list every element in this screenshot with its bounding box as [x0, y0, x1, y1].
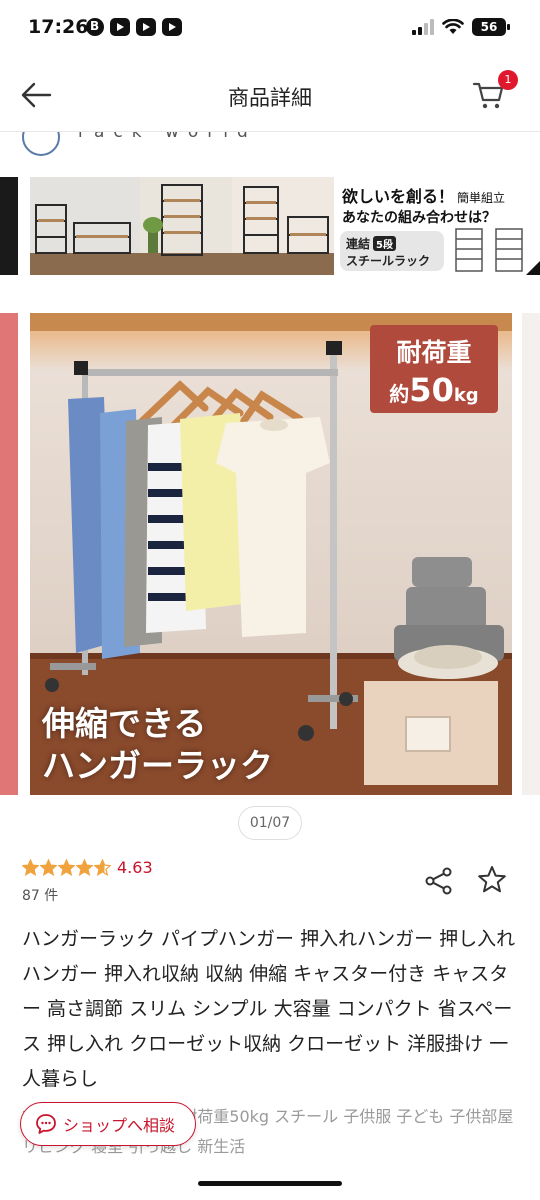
weight-badge-prefix: 約 — [389, 382, 410, 406]
hero-caption: 伸縮できる ハンガーラック — [42, 704, 273, 785]
rating-star-icon — [76, 858, 93, 876]
cellular-signal-icon — [412, 19, 434, 35]
banner-subline: あなたの組み合わせは？ — [342, 210, 496, 226]
page-title: 商品詳細 — [228, 86, 312, 110]
app-header: 商品詳細 1 — [0, 58, 540, 132]
banner-headline: 欲しいを創る！ 簡単組立 — [342, 183, 505, 207]
carousel-pager: 01/07 — [238, 806, 302, 840]
status-indicators: 56 — [412, 18, 510, 36]
banner-headline-main: 欲しいを創る！ — [342, 187, 455, 206]
rating-row[interactable]: 4.63 — [22, 856, 153, 878]
wifi-icon — [442, 19, 464, 34]
product-image[interactable]: 耐荷重 約50kg 伸縮できる ハンガーラック — [30, 313, 512, 795]
status-app-icons: B — [86, 18, 182, 36]
shop-banner[interactable]: 欲しいを創る！ 簡単組立 あなたの組み合わせは？ 連結 5段 スチールラック — [30, 177, 540, 275]
shelf-photos-image — [30, 177, 334, 275]
weight-badge-label: 耐荷重 — [396, 338, 472, 367]
youtube-icon — [136, 18, 156, 36]
favorite-button[interactable] — [476, 864, 508, 896]
shop-logo — [22, 132, 60, 156]
carousel-next-peek[interactable] — [522, 313, 540, 795]
banner-tag: 連結 5段 スチールラック — [340, 231, 444, 271]
banner-tag-badge: 5段 — [373, 236, 396, 251]
rating-star-icon — [40, 858, 57, 876]
review-count[interactable]: 87 件 — [22, 885, 58, 905]
shop-consult-button[interactable]: ショップへ相談 — [20, 1102, 196, 1146]
star-outline-icon — [478, 866, 506, 893]
weight-badge-value: 約50kg — [370, 371, 498, 409]
shelf-thumbnails-image — [455, 228, 523, 272]
banner-headline-note: 簡単組立 — [457, 191, 506, 205]
banner-corner-marker — [526, 255, 540, 275]
shop-name: rack world — [78, 132, 257, 142]
youtube-icon — [110, 18, 130, 36]
banner-tag-prefix: 連結 — [346, 237, 371, 251]
chat-bubble-icon — [36, 1114, 56, 1134]
share-icon — [425, 867, 452, 895]
carousel-prev-peek[interactable] — [0, 313, 18, 795]
rating-stars — [22, 858, 111, 876]
youtube-icon — [162, 18, 182, 36]
status-bar: 17:26 B 56 — [0, 0, 540, 58]
banner-tag-label: スチールラック — [346, 254, 431, 268]
battery-icon: 56 — [472, 18, 510, 36]
weight-badge: 耐荷重 約50kg — [370, 325, 498, 413]
arrow-left-icon — [21, 82, 52, 108]
back-button[interactable] — [18, 78, 54, 112]
weight-badge-number: 50 — [409, 371, 454, 409]
banner-photos — [30, 177, 334, 275]
b-app-icon: B — [86, 18, 104, 36]
shop-consult-label: ショップへ相談 — [63, 1116, 176, 1135]
product-title: ハンガーラック パイプハンガー 押入れハンガー 押し入れハンガー 押入れ収納 収… — [22, 928, 516, 1090]
banner-prev-edge — [0, 177, 18, 275]
rating-star-icon — [22, 858, 39, 876]
cart-count-badge: 1 — [498, 70, 518, 90]
rating-star-icon — [94, 858, 111, 876]
banner-text: 欲しいを創る！ 簡単組立 あなたの組み合わせは？ 連結 5段 スチールラック — [336, 177, 540, 275]
rating-star-icon — [58, 858, 75, 876]
status-time: 17:26 — [28, 16, 89, 38]
rating-value: 4.63 — [117, 857, 153, 877]
share-button[interactable] — [424, 866, 454, 896]
shop-logo-row[interactable]: rack world — [0, 132, 540, 156]
home-indicator[interactable] — [198, 1181, 342, 1186]
weight-badge-unit: kg — [453, 385, 479, 406]
